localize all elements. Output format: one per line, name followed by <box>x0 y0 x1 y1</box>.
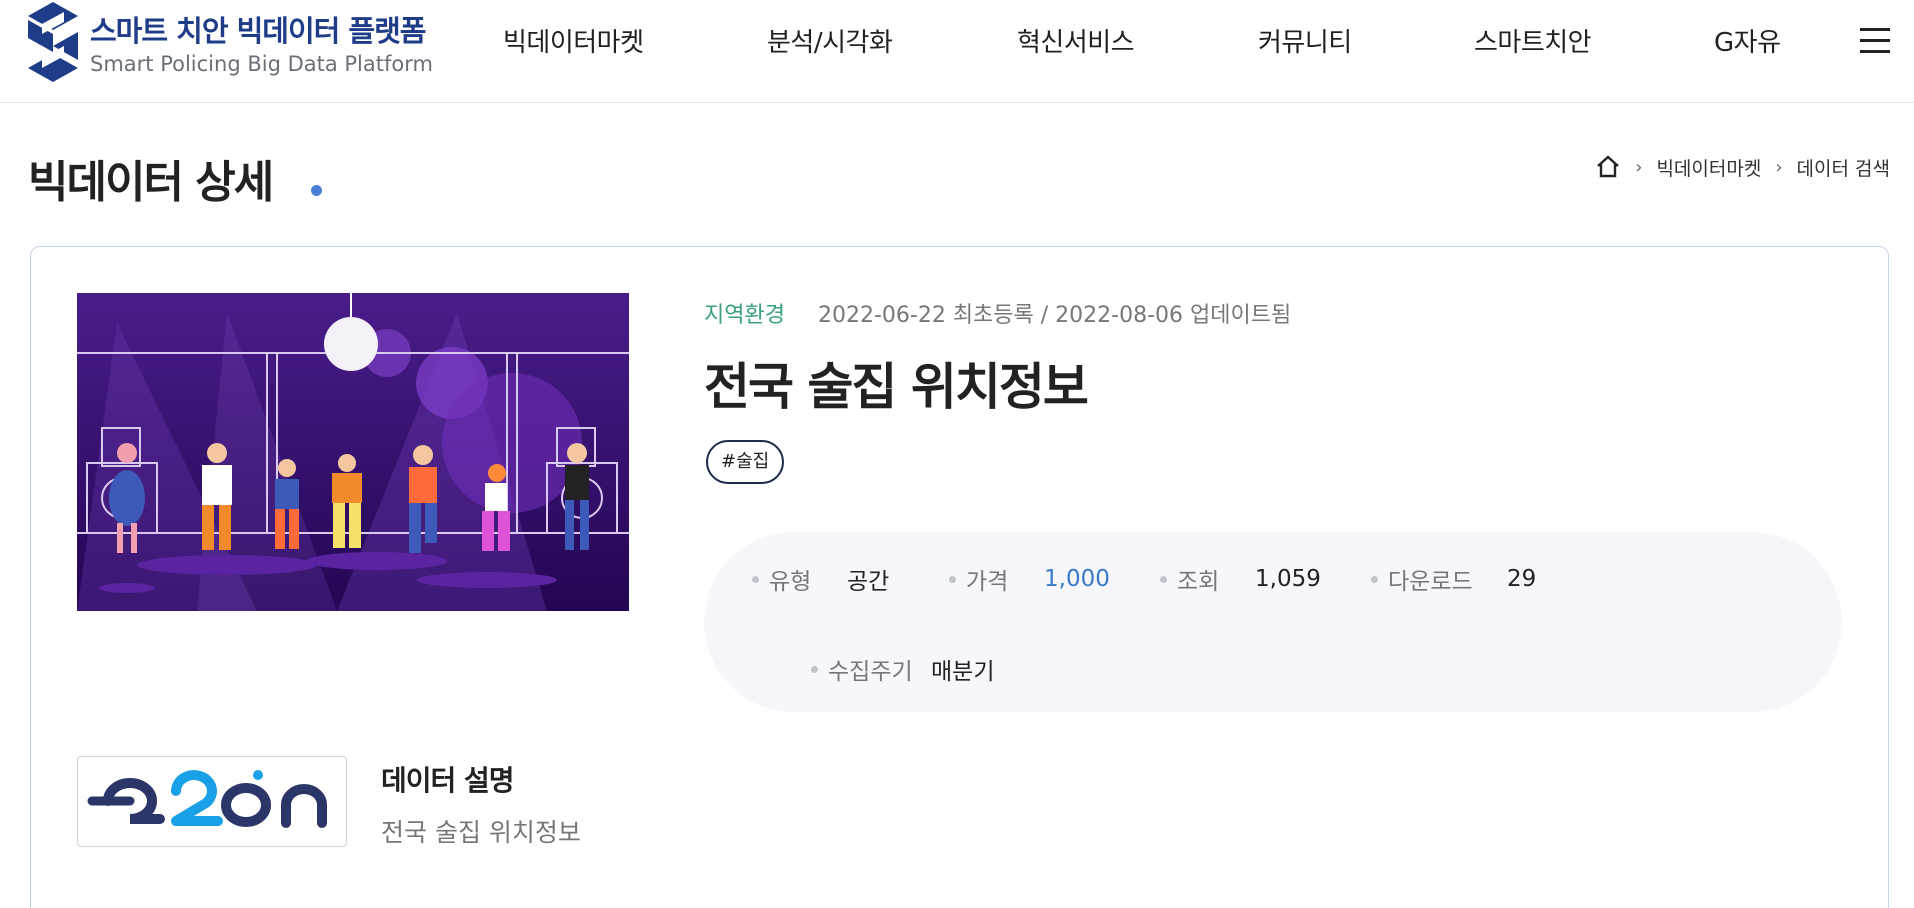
nav-g-freedom[interactable]: G자유 <box>1714 22 1781 59</box>
bullet-icon <box>949 575 956 583</box>
info-views-label: 조회 <box>1177 569 1220 595</box>
description-text: 전국 술집 위치정보 <box>381 818 581 847</box>
bullet-icon <box>752 575 759 583</box>
chevron-right-icon: › <box>1635 156 1643 178</box>
home-icon[interactable] <box>1595 154 1621 180</box>
breadcrumb: › 빅데이터마켓 › 데이터 검색 <box>1595 152 1890 182</box>
logo-english-text: Smart Policing Big Data Platform <box>90 52 433 76</box>
nav-innovation-service[interactable]: 혁신서비스 <box>1017 22 1135 59</box>
info-cycle-value: 매분기 <box>931 659 995 685</box>
description-heading: 데이터 설명 <box>381 764 515 797</box>
info-price: 가격 1,000 <box>949 562 1110 596</box>
info-price-label: 가격 <box>966 569 1009 595</box>
hamburger-icon[interactable] <box>1860 28 1890 58</box>
dataset-category[interactable]: 지역환경 <box>704 303 785 328</box>
bullet-icon <box>1371 575 1378 583</box>
info-type-value: 공간 <box>847 569 890 595</box>
logo-korean-text: 스마트 치안 빅데이터 플랫폼 <box>90 14 426 48</box>
info-views: 조회 1,059 <box>1160 562 1321 596</box>
site-logo[interactable]: 스마트 치안 빅데이터 플랫폼 Smart Policing Big Data … <box>28 2 433 82</box>
bullet-icon <box>811 665 818 673</box>
info-type-label: 유형 <box>769 569 812 595</box>
logo-mark-icon <box>28 2 78 82</box>
info-downloads: 다운로드 29 <box>1371 562 1536 596</box>
provider-logo[interactable] <box>77 756 347 847</box>
info-type: 유형 공간 <box>752 562 889 596</box>
bullet-icon <box>1160 575 1167 583</box>
dataset-tag[interactable]: #술집 <box>706 440 785 484</box>
info-cycle-label: 수집주기 <box>828 659 913 685</box>
page-title: 빅데이터 상세 <box>28 157 274 208</box>
info-downloads-value: 29 <box>1507 566 1537 592</box>
dataset-title: 전국 술집 위치정보 <box>704 358 1089 416</box>
info-price-value: 1,000 <box>1044 566 1110 592</box>
dataset-thumbnail-image <box>77 293 629 611</box>
nav-analysis-visualization[interactable]: 분석/시각화 <box>767 22 893 59</box>
breadcrumb-item-bigdata-market[interactable]: 빅데이터마켓 <box>1656 154 1761 181</box>
dataset-info-box: 유형 공간 가격 1,000 조회 1,059 다운로드 29 수집주기 매분기 <box>704 532 1842 712</box>
chevron-right-icon: › <box>1775 156 1783 178</box>
dataset-meta: 지역환경 2022-06-22 최초등록 / 2022-08-06 업데이트됨 <box>704 297 1291 329</box>
provider-logo-image <box>87 770 327 828</box>
dataset-dates: 2022-06-22 최초등록 / 2022-08-06 업데이트됨 <box>817 303 1292 328</box>
site-header: 스마트 치안 빅데이터 플랫폼 Smart Policing Big Data … <box>0 0 1914 103</box>
nav-community[interactable]: 커뮤니티 <box>1258 22 1352 59</box>
detail-card: 지역환경 2022-06-22 최초등록 / 2022-08-06 업데이트됨 … <box>30 246 1889 908</box>
info-downloads-label: 다운로드 <box>1388 569 1473 595</box>
nav-bigdata-market[interactable]: 빅데이터마켓 <box>503 22 644 59</box>
info-collection-cycle: 수집주기 매분기 <box>811 652 994 686</box>
info-views-value: 1,059 <box>1255 566 1321 592</box>
breadcrumb-item-data-search[interactable]: 데이터 검색 <box>1797 154 1890 181</box>
title-accent-dot <box>311 185 322 196</box>
nav-smart-policing[interactable]: 스마트치안 <box>1474 22 1592 59</box>
